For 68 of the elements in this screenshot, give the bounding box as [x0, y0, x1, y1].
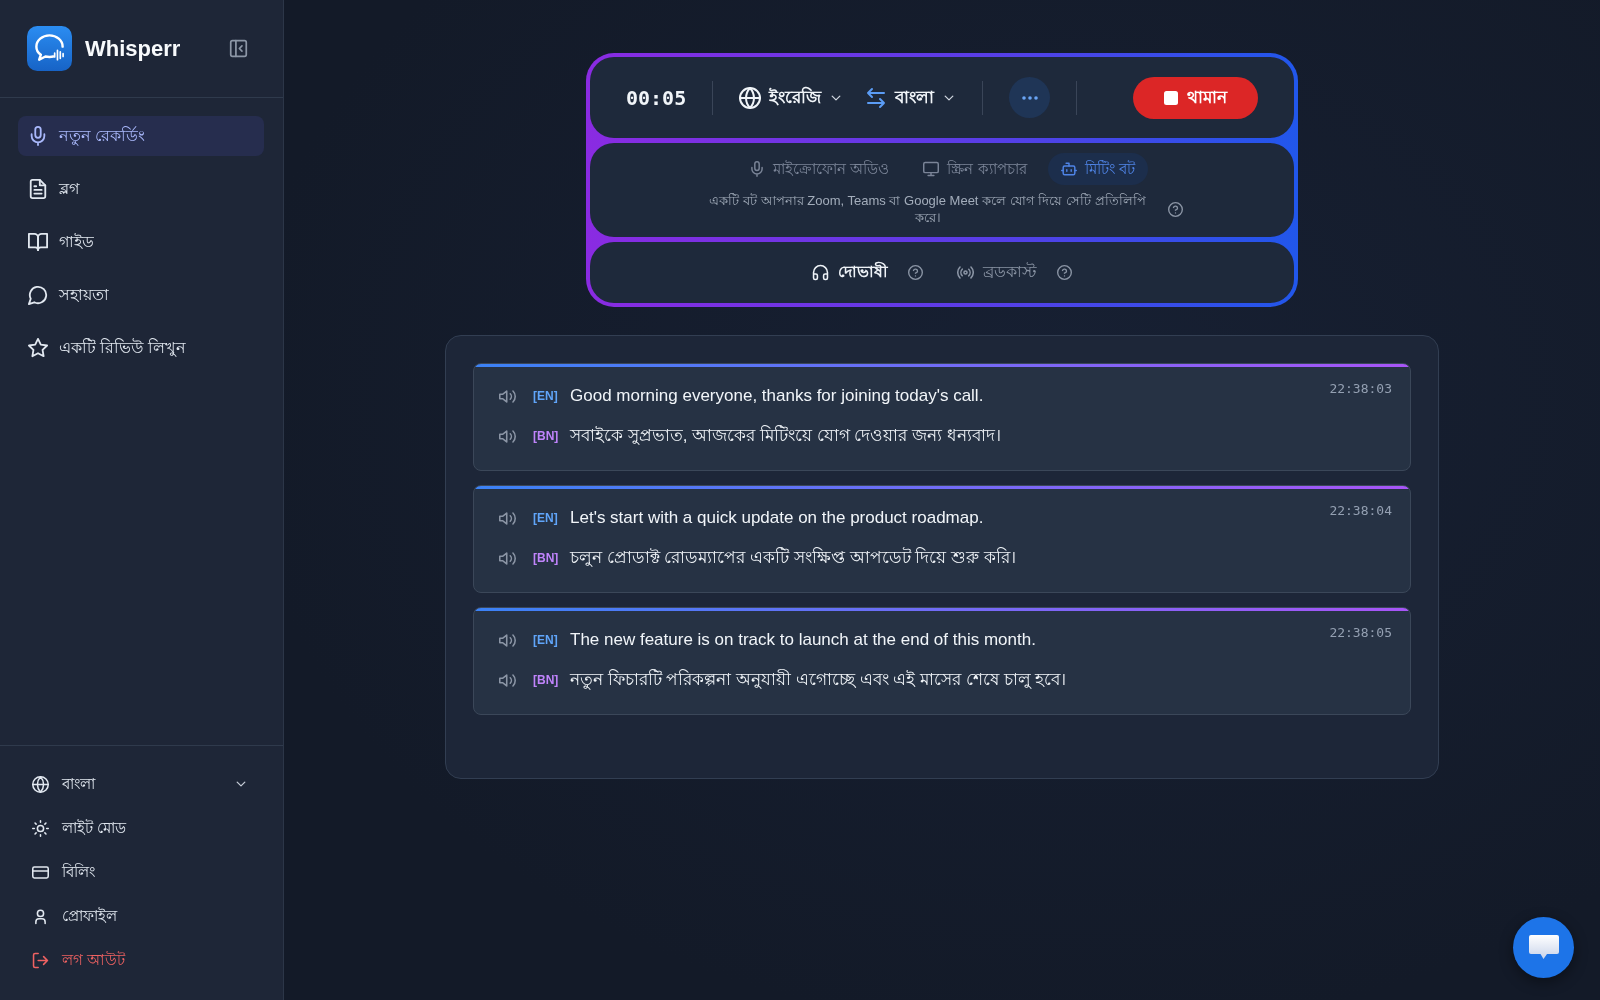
language-tag: [BN] [533, 551, 570, 565]
speaker-icon[interactable] [499, 427, 516, 445]
globe-icon [739, 86, 762, 109]
microphone-icon [749, 161, 766, 177]
recording-timer: 00:05 [626, 85, 687, 110]
mode-tab[interactable]: ব্রডকাস্ট [957, 259, 1037, 286]
language-tag: [BN] [533, 673, 570, 687]
stop-button[interactable]: থামান [1133, 76, 1258, 119]
language-tag: [EN] [533, 633, 570, 647]
speech-bubble-icon [28, 285, 48, 305]
help-icon[interactable] [1167, 201, 1183, 217]
nav-item[interactable]: গাইড [18, 222, 264, 262]
logout-icon [32, 951, 49, 969]
sidebar-menu-item[interactable]: লাইট মোড [22, 806, 258, 850]
app-name: Whisperr [85, 35, 181, 62]
speaker-icon[interactable] [499, 671, 516, 689]
nav-item[interactable]: ব্লগ [18, 169, 264, 209]
language-tag: [EN] [533, 511, 570, 525]
speaker-icon[interactable] [499, 509, 516, 527]
ellipsis-icon [1021, 95, 1038, 100]
more-options-button[interactable] [1009, 77, 1051, 118]
monitor-icon [923, 161, 940, 177]
robot-icon [1060, 161, 1077, 177]
transcript-text: নতুন ফিচারটি পরিকল্পনা অনুযায়ী এগোচ্ছে এবং এই মাসের শেষে চালু হবে। [570, 668, 1067, 692]
transcript-text: Let's start with a quick update on the product roadmap. [570, 508, 984, 528]
timestamp: 22:38:03 [1329, 381, 1392, 396]
language-dropdown[interactable]: বাংলা [22, 762, 258, 806]
sun-icon [32, 819, 49, 837]
timestamp: 22:38:05 [1329, 625, 1392, 640]
logout-link[interactable]: লগ আউট [22, 938, 258, 982]
source-tab[interactable]: মাইক্রোফোন অডিও [736, 153, 903, 185]
document-icon [28, 179, 48, 199]
user-icon [32, 907, 49, 925]
source-tab[interactable]: স্ক্রিন ক্যাপচার [910, 153, 1040, 185]
target-language-dropdown[interactable]: বাংলা [895, 83, 957, 112]
help-icon[interactable] [908, 265, 923, 280]
microphone-icon [28, 126, 48, 146]
speaker-icon[interactable] [499, 631, 516, 649]
transcript-text: চলুন প্রোডাক্ট রোডম্যাপের একটি সংক্ষিপ্ত আপডেট দিয়ে শুরু করি। [570, 546, 1016, 569]
language-tag: [BN] [533, 429, 570, 443]
source-description: একটি বট আপনার Zoom, Teams বা Google Meet কলে যোগ দিয়ে সেটি প্রতিলিপি করে। [708, 192, 1147, 226]
book-icon [28, 232, 48, 252]
broadcast-icon [957, 264, 974, 281]
source-language-dropdown[interactable]: ইংরেজি [739, 83, 844, 112]
sidebar-panel-icon[interactable] [229, 39, 248, 58]
credit-card-icon [32, 863, 49, 881]
language-tag: [EN] [533, 389, 570, 403]
mode-tab[interactable]: দোভাষী [812, 259, 888, 286]
transcript-text: Good morning everyone, thanks for joining today's call. [570, 386, 984, 406]
globe-icon [32, 775, 49, 793]
star-icon [28, 338, 48, 358]
stop-square-icon [1164, 90, 1178, 105]
help-icon[interactable] [1057, 265, 1072, 280]
transcript-text: The new feature is on track to launch at the end of this month. [570, 630, 1036, 650]
nav-item[interactable]: একটি রিভিউ লিখুন [18, 328, 264, 368]
nav-item[interactable]: নতুন রেকর্ডিং [18, 116, 264, 156]
speaker-icon[interactable] [499, 549, 516, 567]
timestamp: 22:38:04 [1329, 503, 1392, 518]
chat-waveform-logo-icon [27, 26, 72, 71]
swap-arrows-icon[interactable] [865, 86, 888, 109]
sidebar-menu-item[interactable]: প্রোফাইল [22, 894, 258, 938]
source-tab[interactable]: মিটিং বট [1047, 153, 1148, 185]
transcript-text: সবাইকে সুপ্রভাত, আজকের মিটিংয়ে যোগ দেওয়ার জন্য ধন্যবাদ। [570, 424, 1001, 447]
headphones-icon [812, 264, 829, 281]
sidebar-menu-item[interactable]: বিলিং [22, 850, 258, 894]
speaker-icon[interactable] [499, 387, 516, 405]
speech-bubble-icon [1527, 933, 1560, 962]
nav-item[interactable]: সহায়তা [18, 275, 264, 315]
